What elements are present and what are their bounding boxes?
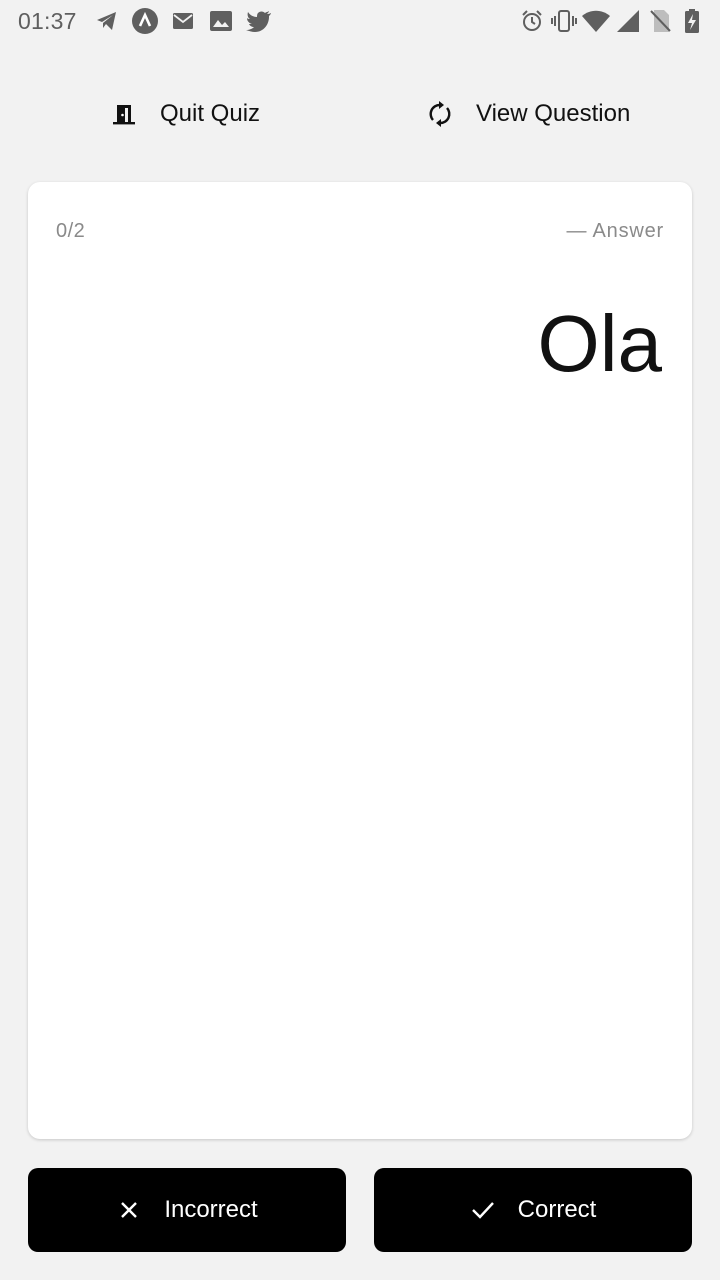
incorrect-label: Incorrect bbox=[164, 1196, 258, 1223]
app-arrow-icon bbox=[130, 6, 160, 36]
quit-quiz-button[interactable]: Quit Quiz bbox=[110, 84, 260, 144]
alarm-icon bbox=[518, 6, 546, 36]
battery-charging-icon bbox=[678, 6, 706, 36]
twitter-icon bbox=[244, 6, 274, 36]
flashcard[interactable]: 0/2 — Answer Ola bbox=[28, 182, 692, 1139]
answer-text: Ola bbox=[537, 299, 663, 388]
close-icon bbox=[116, 1197, 142, 1223]
wifi-icon bbox=[582, 6, 610, 36]
correct-button[interactable]: Correct bbox=[374, 1168, 692, 1252]
view-question-button[interactable]: View Question bbox=[426, 84, 630, 144]
view-question-label: View Question bbox=[476, 100, 631, 127]
door-exit-icon bbox=[110, 100, 138, 128]
mail-icon bbox=[168, 6, 198, 36]
vibrate-icon bbox=[550, 6, 578, 36]
card-side-label: — Answer bbox=[566, 220, 664, 242]
incorrect-button[interactable]: Incorrect bbox=[28, 1168, 346, 1252]
system-icons bbox=[518, 6, 710, 36]
correct-label: Correct bbox=[517, 1196, 597, 1223]
flip-sync-icon bbox=[426, 100, 454, 128]
telegram-icon bbox=[92, 6, 122, 36]
image-icon bbox=[206, 6, 236, 36]
quit-quiz-label: Quit Quiz bbox=[160, 100, 261, 127]
status-bar: 01:37 bbox=[0, 0, 720, 44]
signal-icon bbox=[614, 6, 642, 36]
check-icon bbox=[470, 1197, 496, 1223]
quiz-toolbar: Quit Quiz View Question bbox=[0, 84, 720, 144]
status-time: 01:37 bbox=[18, 8, 77, 34]
quiz-progress: 0/2 bbox=[56, 220, 86, 242]
notification-icons bbox=[92, 6, 282, 36]
no-sim-icon bbox=[646, 6, 674, 36]
